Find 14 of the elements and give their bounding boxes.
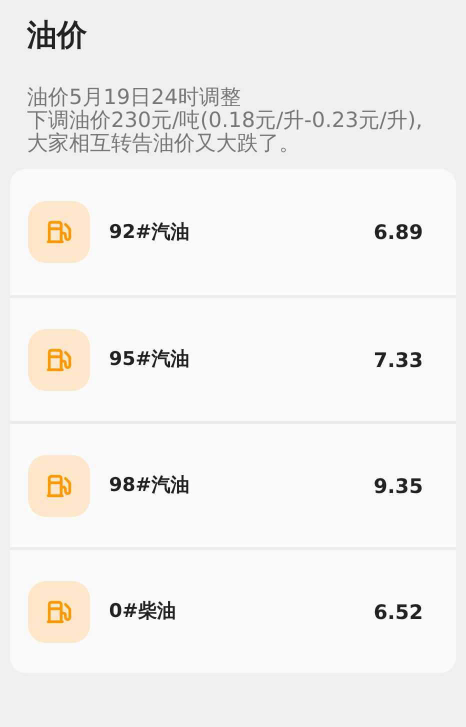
fuel-pump-icon [28, 454, 90, 516]
fuel-pump-icon [28, 201, 90, 263]
fuel-name: 98#汽油 [109, 473, 190, 498]
fuel-pump-icon [28, 328, 90, 390]
page-title: 油价 [26, 17, 88, 55]
fuel-price: 7.33 [374, 346, 423, 374]
fuel-name: 0#柴油 [109, 599, 176, 624]
fuel-price: 6.89 [374, 219, 423, 246]
fuel-name: 92#汽油 [109, 220, 190, 245]
notice-text: 油价5月19日24时调整 下调油价230元/吨(0.18元/升-0.23元/升),大家相互转告油价又大跌了。 [26, 86, 424, 155]
fuel-price: 6.52 [374, 598, 423, 626]
fuel-price: 9.35 [374, 472, 423, 500]
fuel-name: 95#汽油 [109, 347, 190, 372]
fuel-pump-icon [28, 580, 90, 642]
